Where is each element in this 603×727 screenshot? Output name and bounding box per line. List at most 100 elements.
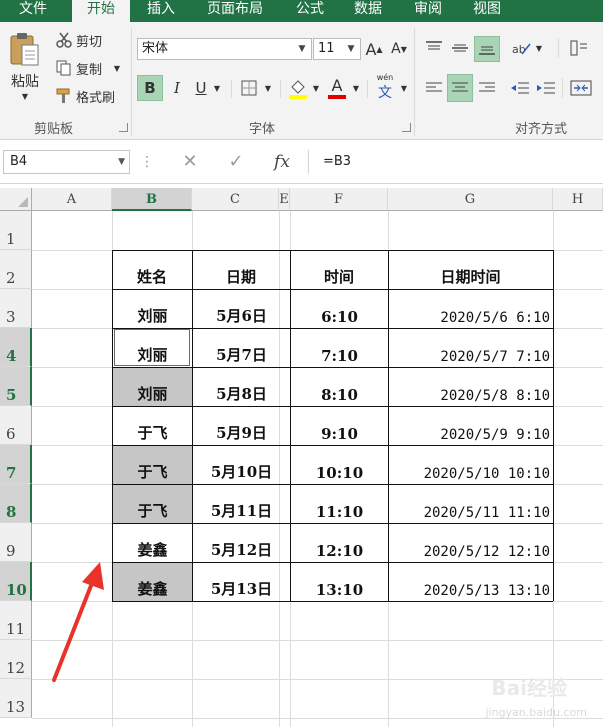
row-header-5[interactable]: 5 — [0, 367, 32, 406]
column-header-a[interactable]: A — [32, 188, 112, 211]
tab-data[interactable]: 数据 — [342, 0, 394, 22]
copy-button[interactable]: 复制 — [76, 58, 110, 78]
cell-time[interactable]: 13:10 — [291, 563, 388, 601]
row-header-11[interactable]: 11 — [0, 601, 32, 640]
increase-indent-icon[interactable] — [534, 76, 558, 100]
align-right-icon[interactable] — [475, 76, 499, 100]
column-header-f[interactable]: F — [290, 188, 388, 211]
paste-dropdown-icon[interactable]: ▼ — [18, 90, 32, 102]
phonetic-guide-button[interactable]: wén 文 — [373, 74, 397, 102]
copy-dropdown-icon[interactable]: ▼ — [112, 62, 122, 74]
font-size-dropdown-icon[interactable]: ▼ — [344, 39, 358, 59]
italic-button[interactable]: I — [166, 75, 188, 101]
fill-color-dropdown-icon[interactable]: ▼ — [310, 79, 322, 97]
cell-datetime[interactable]: 2020/5/9 9:10 — [389, 407, 553, 445]
cancel-icon[interactable]: ✕ — [176, 150, 204, 174]
cell-time[interactable]: 8:10 — [291, 368, 388, 406]
phonetic-dropdown-icon[interactable]: ▼ — [398, 79, 410, 97]
row-header-8[interactable]: 8 — [0, 484, 32, 523]
cell-date[interactable]: 5月8日 — [193, 368, 290, 406]
cell-time[interactable]: 6:10 — [291, 290, 388, 328]
cell-name[interactable]: 姜鑫 — [113, 524, 192, 562]
tab-home[interactable]: 开始 — [72, 0, 130, 22]
insert-function-icon[interactable]: fx — [266, 150, 298, 174]
cell-time[interactable]: 7:10 — [291, 329, 388, 367]
align-top-icon[interactable] — [422, 36, 446, 60]
cell-name[interactable]: 刘丽 — [113, 368, 192, 406]
row-header-10[interactable]: 10 — [0, 562, 32, 601]
cell-datetime[interactable]: 2020/5/12 12:10 — [389, 524, 553, 562]
table-header-name[interactable]: 姓名 — [112, 250, 192, 289]
grow-font-button[interactable]: A ▲ — [364, 38, 384, 60]
row-header-6[interactable]: 6 — [0, 406, 32, 445]
cell-name[interactable]: 于飞 — [113, 485, 192, 523]
tab-view[interactable]: 视图 — [462, 0, 512, 22]
cell-date[interactable]: 5月11日 — [193, 485, 290, 523]
font-color-dropdown-icon[interactable]: ▼ — [350, 79, 362, 97]
fill-color-icon[interactable] — [287, 75, 309, 101]
cell-date[interactable]: 5月9日 — [193, 407, 290, 445]
tab-file[interactable]: 文件 — [0, 0, 66, 22]
clipboard-launcher-icon[interactable] — [119, 123, 128, 132]
row-header-12[interactable]: 12 — [0, 640, 32, 679]
align-center-icon[interactable] — [447, 74, 473, 102]
row-header-1[interactable]: 1 — [0, 211, 32, 250]
cell-datetime[interactable]: 2020/5/10 10:10 — [389, 446, 553, 484]
enter-icon[interactable]: ✓ — [222, 150, 250, 174]
align-bottom-icon[interactable] — [474, 36, 500, 62]
cell-name[interactable]: 姜鑫 — [113, 563, 192, 601]
table-header-date[interactable]: 日期 — [192, 250, 290, 289]
cut-button[interactable]: 剪切 — [76, 30, 110, 50]
name-box[interactable]: B4 ▼ — [3, 150, 130, 174]
formula-input[interactable]: =B3 — [308, 150, 603, 174]
bold-button[interactable]: B — [137, 75, 163, 101]
font-launcher-icon[interactable] — [402, 123, 411, 132]
cell-name[interactable]: 刘丽 — [113, 290, 192, 328]
row-header-3[interactable]: 3 — [0, 289, 32, 328]
cell-date[interactable]: 5月6日 — [193, 290, 290, 328]
format-painter-button[interactable]: 格式刷 — [76, 86, 124, 106]
cell-date[interactable]: 5月12日 — [193, 524, 290, 562]
format-painter-icon[interactable] — [54, 86, 74, 106]
cell-time[interactable]: 12:10 — [291, 524, 388, 562]
shrink-font-button[interactable]: A ▼ — [389, 38, 409, 60]
underline-button[interactable]: U — [190, 75, 212, 101]
borders-icon[interactable] — [238, 77, 260, 99]
name-box-dropdown-icon[interactable]: ▼ — [118, 151, 125, 173]
cell-date[interactable]: 5月7日 — [193, 329, 290, 367]
row-header-9[interactable]: 9 — [0, 523, 32, 562]
tab-page-layout[interactable]: 页面布局 — [192, 0, 278, 22]
column-header-h[interactable]: H — [553, 188, 603, 211]
paste-icon[interactable] — [6, 30, 44, 70]
row-header-7[interactable]: 7 — [0, 445, 32, 484]
row-header-4[interactable]: 4 — [0, 328, 32, 367]
cell-date[interactable]: 5月10日 — [193, 446, 290, 484]
cell-name[interactable]: 于飞 — [113, 446, 192, 484]
scissors-icon[interactable] — [54, 30, 74, 50]
paste-button-label[interactable]: 粘贴 — [4, 72, 46, 90]
wrap-text-icon[interactable] — [566, 36, 592, 60]
font-color-button[interactable]: A — [326, 75, 348, 101]
table-header-datetime[interactable]: 日期时间 — [388, 250, 553, 289]
font-name-dropdown-icon[interactable]: ▼ — [295, 39, 309, 59]
cell-datetime[interactable]: 2020/5/6 6:10 — [389, 290, 553, 328]
select-all-corner[interactable] — [0, 188, 32, 211]
column-header-e[interactable]: E — [279, 188, 290, 211]
cell-time[interactable]: 11:10 — [291, 485, 388, 523]
align-left-icon[interactable] — [422, 76, 446, 100]
font-size-combo[interactable]: 11 ▼ — [313, 38, 361, 60]
row-header-2[interactable]: 2 — [0, 250, 32, 289]
align-middle-icon[interactable] — [448, 36, 472, 60]
tab-formulas[interactable]: 公式 — [284, 0, 336, 22]
tab-review[interactable]: 审阅 — [400, 0, 456, 22]
tab-insert[interactable]: 插入 — [136, 0, 186, 22]
cell-datetime[interactable]: 2020/5/7 7:10 — [389, 329, 553, 367]
cell-datetime[interactable]: 2020/5/13 13:10 — [389, 563, 553, 601]
column-header-c[interactable]: C — [192, 188, 279, 211]
column-header-b[interactable]: B — [112, 188, 192, 211]
underline-dropdown-icon[interactable]: ▼ — [211, 79, 223, 97]
cell-datetime[interactable]: 2020/5/8 8:10 — [389, 368, 553, 406]
row-header-13[interactable]: 13 — [0, 679, 32, 718]
cell-date[interactable]: 5月13日 — [193, 563, 290, 601]
decrease-indent-icon[interactable] — [508, 76, 532, 100]
